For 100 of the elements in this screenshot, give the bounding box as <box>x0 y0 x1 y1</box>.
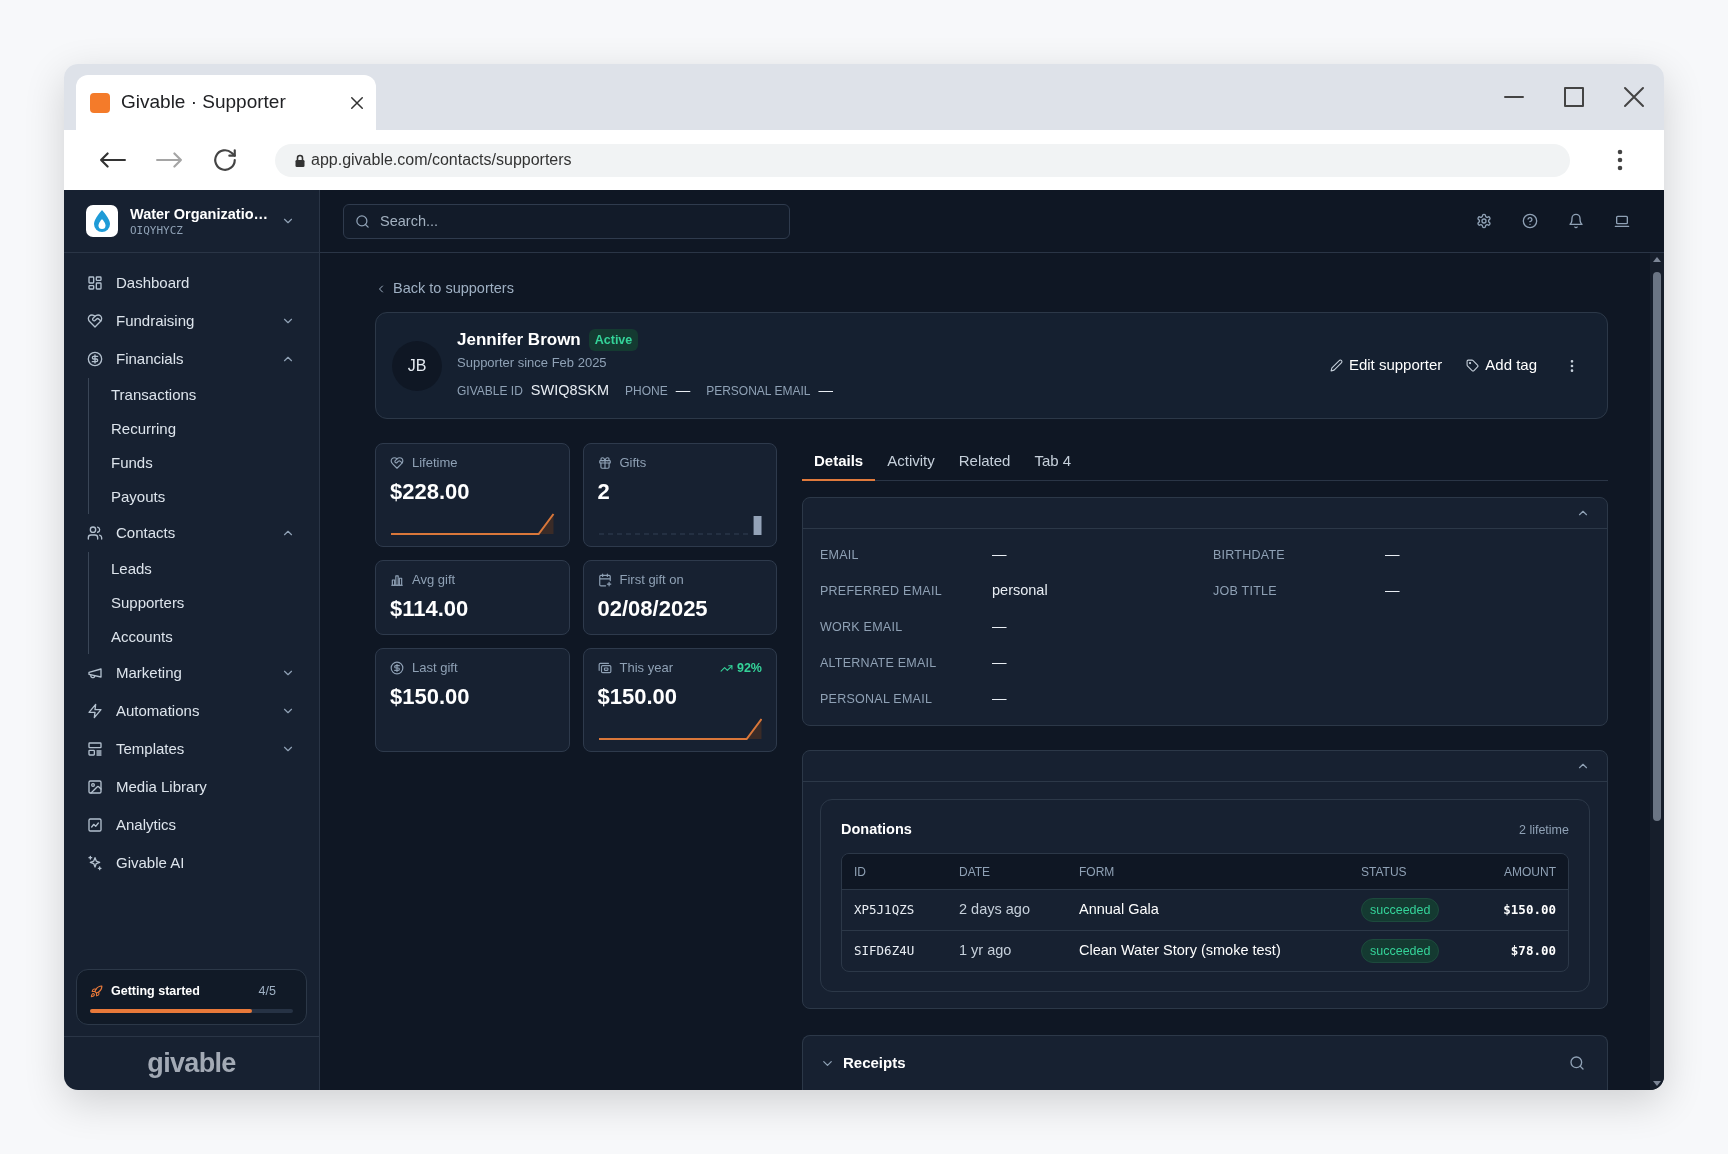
nav-subitem[interactable]: Funds <box>89 446 307 480</box>
field-value: personal <box>992 581 1048 601</box>
heart-handshake-icon <box>390 456 404 470</box>
search-field[interactable]: Search... <box>343 203 790 239</box>
nav-item[interactable]: Marketing <box>76 654 307 692</box>
field-value: — <box>1385 581 1400 601</box>
table-cell-text: $78.00 <box>1510 941 1556 960</box>
banknote-icon <box>597 661 612 675</box>
dollar-circle-icon <box>390 661 404 675</box>
nav-item[interactable]: Fundraising <box>76 302 307 340</box>
table-cell-text: Annual Gala <box>1079 900 1159 920</box>
nav-item[interactable]: Templates <box>76 730 307 768</box>
field-value: — <box>675 381 691 401</box>
scrollbar[interactable] <box>1650 253 1664 1090</box>
nav-subitem[interactable]: Transactions <box>89 378 307 412</box>
bell-icon[interactable] <box>1568 213 1584 229</box>
card-title: Donations <box>841 820 912 840</box>
close-icon[interactable] <box>1622 85 1646 109</box>
avatar: JB <box>392 340 442 391</box>
nav-item[interactable]: Media Library <box>76 768 307 806</box>
stat-label: First gift on <box>619 571 684 590</box>
tag-icon <box>1466 359 1480 372</box>
add-tag-button[interactable]: Add tag <box>1466 354 1537 377</box>
nav-item[interactable]: Financials <box>76 340 307 378</box>
reload-icon[interactable] <box>212 147 238 173</box>
stat-label: Last gift <box>412 659 458 678</box>
scroll-up-arrow-icon[interactable] <box>1653 257 1661 262</box>
tab[interactable]: Tab 4 <box>1022 443 1084 481</box>
nav-item[interactable]: Givable AI <box>76 844 307 882</box>
scrollbar-thumb[interactable] <box>1653 272 1661 821</box>
stat-value: $150.00 <box>390 683 470 711</box>
settings-icon[interactable] <box>1476 213 1492 229</box>
users-icon <box>87 525 103 541</box>
field-label: BIRTHDATE <box>1213 546 1285 564</box>
stat-label: Gifts <box>619 454 647 473</box>
brand-logo: givable <box>147 1047 236 1081</box>
column-header: DATE <box>959 863 991 881</box>
rocket-icon <box>90 984 103 998</box>
table-cell-text: 2 days ago <box>959 900 1030 920</box>
lightning-icon <box>87 703 103 719</box>
nav-item[interactable]: Analytics <box>76 806 307 844</box>
nav-item[interactable]: Dashboard <box>76 264 307 302</box>
tab[interactable]: Details <box>802 443 876 481</box>
scroll-down-arrow-icon[interactable] <box>1653 1081 1661 1086</box>
field-value: — <box>992 689 1007 709</box>
status-badge: succeeded <box>1361 938 1440 964</box>
field-value: SWIQ8SKM <box>530 381 609 401</box>
field-label: PREFERRED EMAIL <box>820 582 942 600</box>
edit-supporter-button[interactable]: Edit supporter <box>1329 354 1443 377</box>
gift-icon <box>597 456 612 470</box>
trend-value: 92% <box>736 659 762 677</box>
sparkle-icon <box>87 855 103 871</box>
column-header: AMOUNT <box>1504 863 1556 881</box>
field-label: JOB TITLE <box>1213 582 1277 600</box>
field-value: — <box>992 653 1007 673</box>
stat-label: Lifetime <box>412 454 458 473</box>
column-header: FORM <box>1079 863 1115 881</box>
field-label: ALTERNATE EMAIL <box>820 654 937 672</box>
field-label: PERSONAL EMAIL <box>706 383 811 401</box>
image-icon <box>87 779 103 795</box>
org-code: OIQYHYCZ <box>130 222 183 238</box>
stat-value: 02/08/2025 <box>597 595 708 623</box>
nav-subitem[interactable]: Leads <box>89 552 307 586</box>
getting-started-card[interactable]: Getting started 4/5 <box>76 969 307 1025</box>
browser-tab[interactable]: Givable · Supporter <box>76 75 376 130</box>
lock-icon <box>295 153 305 167</box>
back-link[interactable]: Back to supporters <box>375 279 514 299</box>
help-icon[interactable] <box>1522 213 1538 229</box>
nav-subitem[interactable]: Supporters <box>89 586 307 620</box>
table-cell-text: Clean Water Story (smoke test) <box>1079 941 1281 961</box>
table-cell-text: SIFD6Z4U <box>854 941 915 960</box>
search-icon[interactable] <box>1569 1055 1585 1071</box>
table-cell-text: XP5J1QZS <box>854 900 915 919</box>
favicon-icon <box>90 92 110 113</box>
nav-subitem[interactable]: Recurring <box>89 412 307 446</box>
calendar-plus-icon <box>597 573 612 587</box>
field-label: PERSONAL EMAIL <box>820 690 933 708</box>
address-bar[interactable]: app.givable.com/contacts/supporters <box>275 143 1570 177</box>
column-header: STATUS <box>1361 863 1407 881</box>
chart-icon <box>87 817 103 833</box>
field-label: EMAIL <box>820 546 859 564</box>
tab[interactable]: Activity <box>875 443 947 481</box>
tab[interactable]: Related <box>946 443 1023 481</box>
nav-item[interactable]: Contacts <box>76 514 307 552</box>
field-value: — <box>818 381 833 401</box>
megaphone-icon <box>87 665 103 681</box>
donation-count: 2 lifetime <box>1518 821 1569 839</box>
laptop-icon[interactable] <box>1614 213 1630 229</box>
stat-label: This year <box>619 659 673 678</box>
field-value: — <box>992 545 1007 565</box>
field-label: WORK EMAIL <box>820 618 903 636</box>
nav-item[interactable]: Automations <box>76 692 307 730</box>
stat-value: $150.00 <box>597 683 678 711</box>
field-label: PHONE <box>624 383 668 401</box>
supporter-name: Jennifer Brown <box>457 329 581 352</box>
status-badge: succeeded <box>1361 897 1440 923</box>
nav-subitem[interactable]: Payouts <box>89 480 307 514</box>
field-value: — <box>1385 545 1400 565</box>
maximize-icon[interactable] <box>1562 85 1586 109</box>
nav-subitem[interactable]: Accounts <box>89 620 307 654</box>
